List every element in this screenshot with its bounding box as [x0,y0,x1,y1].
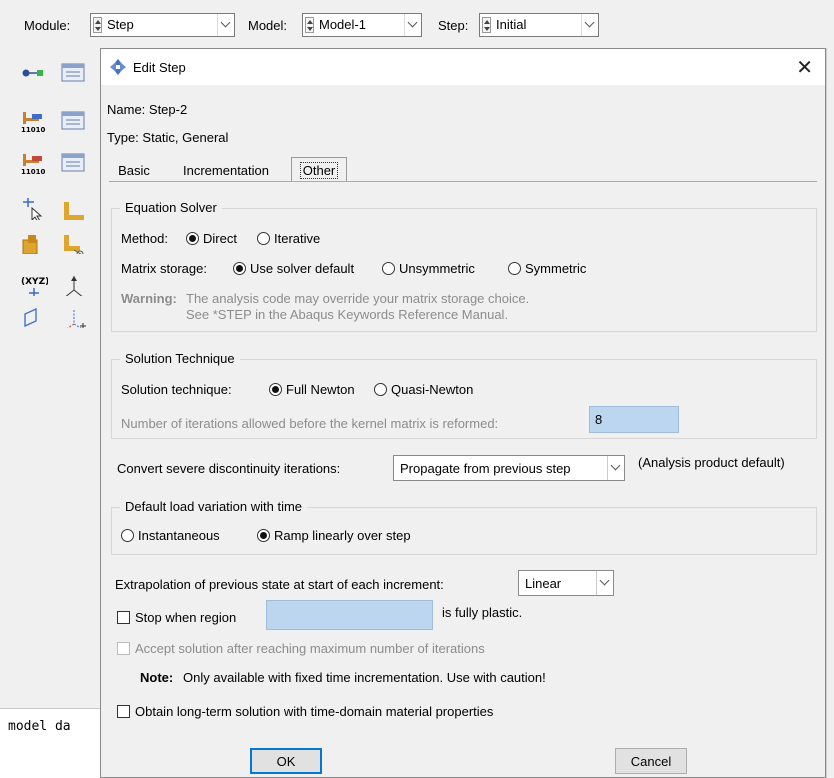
message-text: model da [8,719,71,734]
discontinuity-note: (Analysis product default) [638,455,785,470]
matrix-storage-label: Matrix storage: [121,261,207,276]
matrix-default-radio[interactable]: Use solver default [233,261,354,276]
tab-other[interactable]: Other [291,157,347,182]
datum-axis-icon[interactable] [60,274,88,296]
note-label: Note: [140,670,174,685]
region-input[interactable] [266,600,433,630]
iterations-input[interactable]: 8 [589,406,679,433]
toolbox: 11010 11010 (XYZ) [0,48,100,710]
long-term-checkbox[interactable]: Obtain long-term solution with time-doma… [117,704,493,719]
warning-label: Warning: [121,291,177,306]
warning-line-2: See *STEP in the Abaqus Keywords Referen… [186,307,509,322]
field-output-manager-icon[interactable] [60,110,88,132]
close-icon[interactable]: ✕ [796,55,813,80]
method-direct-radio[interactable]: Direct [186,231,237,246]
datum-csys-icon[interactable] [60,306,88,328]
chevron-down-icon[interactable] [607,456,624,480]
cancel-button[interactable]: Cancel [615,748,687,774]
chevron-down-icon[interactable] [217,14,234,36]
iterations-label: Number of iterations allowed before the … [121,416,499,431]
step-label: Step: [438,18,469,33]
contact-controls-icon[interactable] [60,232,88,254]
datum-point-icon[interactable]: (XYZ) [20,274,48,296]
step-type: Type: Static, General [107,130,229,145]
ale-adaptive-icon[interactable] [20,232,48,254]
svg-text:11010: 11010 [21,126,45,132]
accept-solution-checkbox[interactable]: Accept solution after reaching maximum n… [117,641,485,656]
step-manager-icon[interactable] [60,62,88,84]
load-variation-legend: Default load variation with time [120,499,308,514]
model-label: Model: [248,18,288,33]
step-value: Initial [496,17,527,32]
field-output-icon[interactable]: 11010 [20,110,48,132]
viewport-edge [826,48,834,778]
fully-plastic-label: is fully plastic. [442,605,523,620]
module-toolbar: Module: Step Model: Model-1 Step: Initia… [0,0,834,48]
extrapolation-select[interactable]: Linear [518,570,614,596]
instantaneous-radio[interactable]: Instantaneous [121,528,220,543]
spin-icon[interactable] [482,17,491,33]
warning-line-1: The analysis code may override your matr… [186,291,530,306]
equation-solver-legend: Equation Solver [120,200,222,215]
chevron-down-icon[interactable] [404,14,421,36]
spin-icon[interactable] [305,17,314,33]
chevron-down-icon[interactable] [581,14,598,36]
tab-basic[interactable]: Basic [109,160,159,181]
svg-text:(XYZ): (XYZ) [21,277,48,287]
method-label: Method: [121,231,168,246]
solution-technique-label: Solution technique: [121,382,232,397]
dialog-title: Edit Step [133,60,186,75]
solution-controls-icon[interactable] [60,198,88,220]
step-combo[interactable]: Initial [479,13,599,37]
tab-incrementation[interactable]: Incrementation [165,160,287,181]
step-name: Name: Step-2 [107,102,188,117]
ramp-linearly-radio[interactable]: Ramp linearly over step [257,528,411,543]
ok-button[interactable]: OK [250,748,322,774]
message-area: model da [0,708,100,778]
discontinuity-select[interactable]: Propagate from previous step [393,455,625,481]
matrix-symmetric-radio[interactable]: Symmetric [508,261,586,276]
module-label: Module: [24,18,71,33]
chevron-down-icon[interactable] [596,571,613,595]
module-combo[interactable]: Step [90,13,235,37]
model-value: Model-1 [319,17,366,32]
stop-region-checkbox[interactable]: Stop when region [117,610,236,625]
method-iterative-radio[interactable]: Iterative [257,231,320,246]
matrix-unsymmetric-radio[interactable]: Unsymmetric [382,261,475,276]
edit-step-dialog: Edit Step ✕ Name: Step-2 Type: Static, G… [100,48,826,778]
discontinuity-label: Convert severe discontinuity iterations: [117,461,341,476]
dialog-titlebar[interactable]: Edit Step ✕ [101,49,825,85]
dialog-icon [110,59,126,75]
quasi-newton-radio[interactable]: Quasi-Newton [374,382,473,397]
adaptive-mesh-icon[interactable] [20,198,48,220]
spin-icon[interactable] [93,17,102,33]
history-output-manager-icon[interactable] [60,152,88,174]
history-output-icon[interactable]: 11010 [20,152,48,174]
model-combo[interactable]: Model-1 [302,13,422,37]
module-value: Step [107,17,134,32]
extrapolation-label: Extrapolation of previous state at start… [115,577,444,592]
svg-text:11010: 11010 [21,168,45,174]
datum-plane-icon[interactable] [20,306,48,328]
step-create-icon[interactable] [20,62,48,84]
solution-technique-group: Solution Technique Solution technique: F… [111,351,817,439]
load-variation-group: Default load variation with time Instant… [111,499,817,555]
note-text: Only available with fixed time increment… [183,670,546,685]
solution-technique-legend: Solution Technique [120,351,240,366]
equation-solver-group: Equation Solver Method: Direct Iterative… [111,200,817,332]
tab-divider [109,181,817,182]
full-newton-radio[interactable]: Full Newton [269,382,355,397]
